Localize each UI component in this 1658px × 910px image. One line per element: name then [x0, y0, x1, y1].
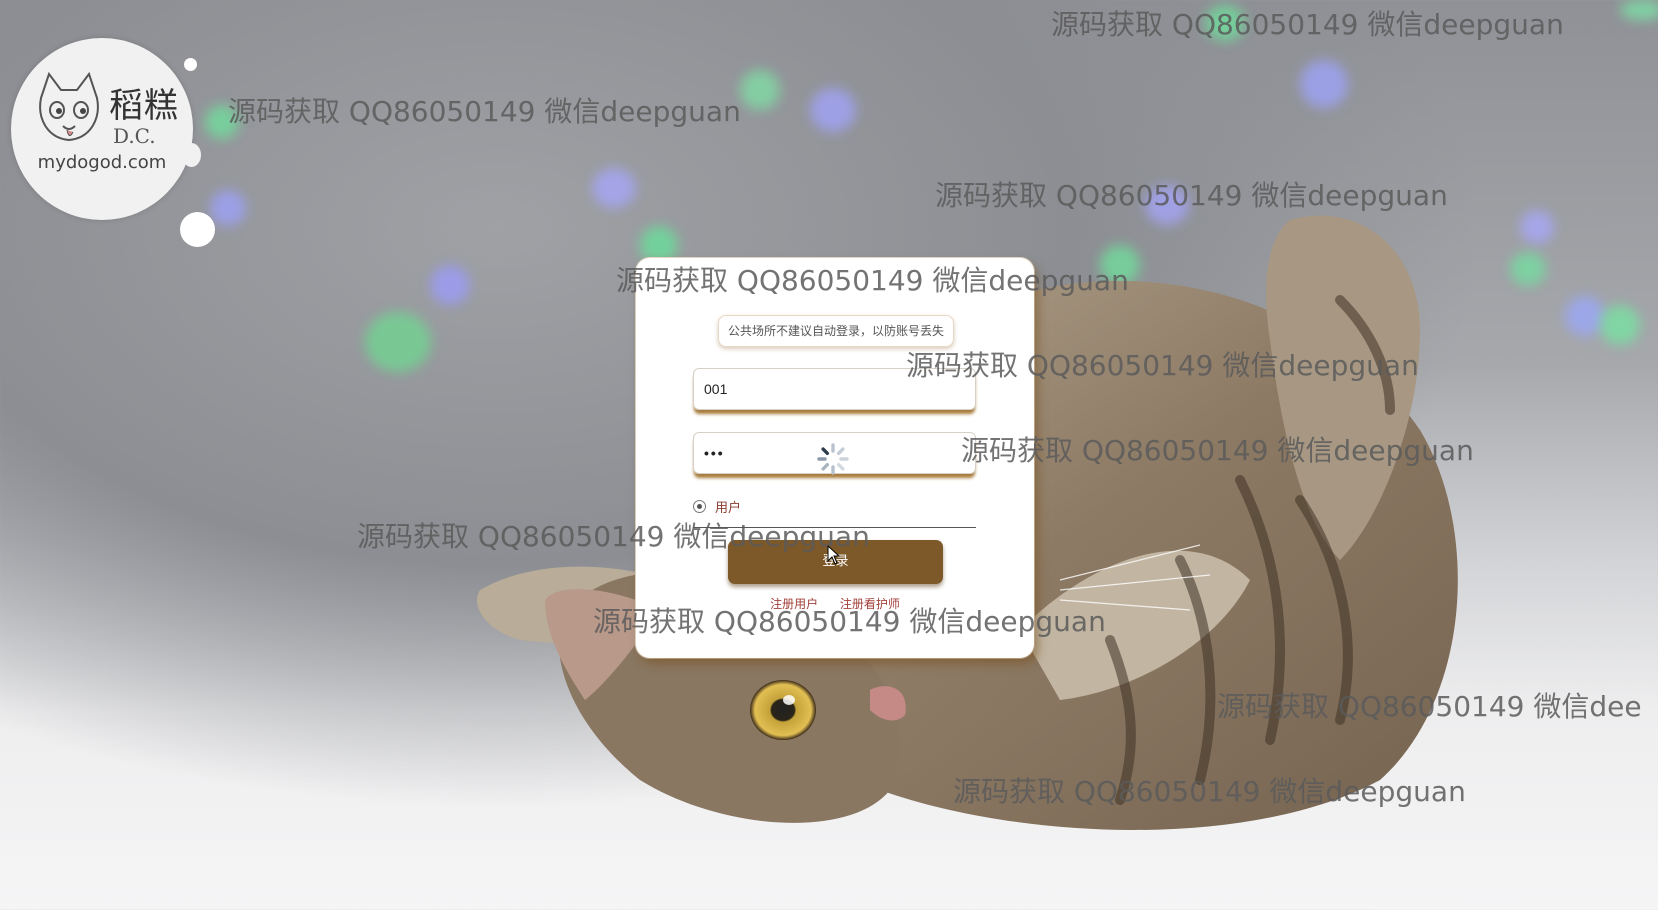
register-links: 注册用户 注册看护师: [636, 595, 1034, 612]
logo-bubble-dot: [184, 58, 197, 71]
register-caregiver-link[interactable]: 注册看护师: [840, 597, 900, 611]
logo-website: mydogod.com: [37, 152, 167, 173]
mouse-cursor-icon: [827, 545, 841, 565]
register-user-link[interactable]: 注册用户: [770, 597, 818, 611]
role-label: 用户: [715, 500, 742, 516]
auto-login-notice: 公共场所不建议自动登录，以防账号丢失: [718, 315, 954, 347]
divider: [693, 527, 976, 528]
username-input[interactable]: 001: [693, 368, 976, 410]
loading-spinner-icon: [817, 443, 849, 475]
logo-bubble-dot: [180, 212, 215, 247]
radio-button[interactable]: [693, 499, 706, 513]
role-radio-user[interactable]: 用户: [693, 496, 741, 516]
logo-subtitle: D.C.: [113, 124, 156, 148]
brand-logo[interactable]: 稻糕 D.C. mydogod.com: [11, 38, 193, 220]
login-card: 公共场所不建议自动登录，以防账号丢失 001 ••• 用户 登录 注册用户 注册…: [636, 258, 1034, 658]
logo-name: 稻糕: [109, 86, 179, 126]
cat-face-icon: [39, 71, 99, 142]
logo-bubble-dot: [182, 143, 201, 167]
